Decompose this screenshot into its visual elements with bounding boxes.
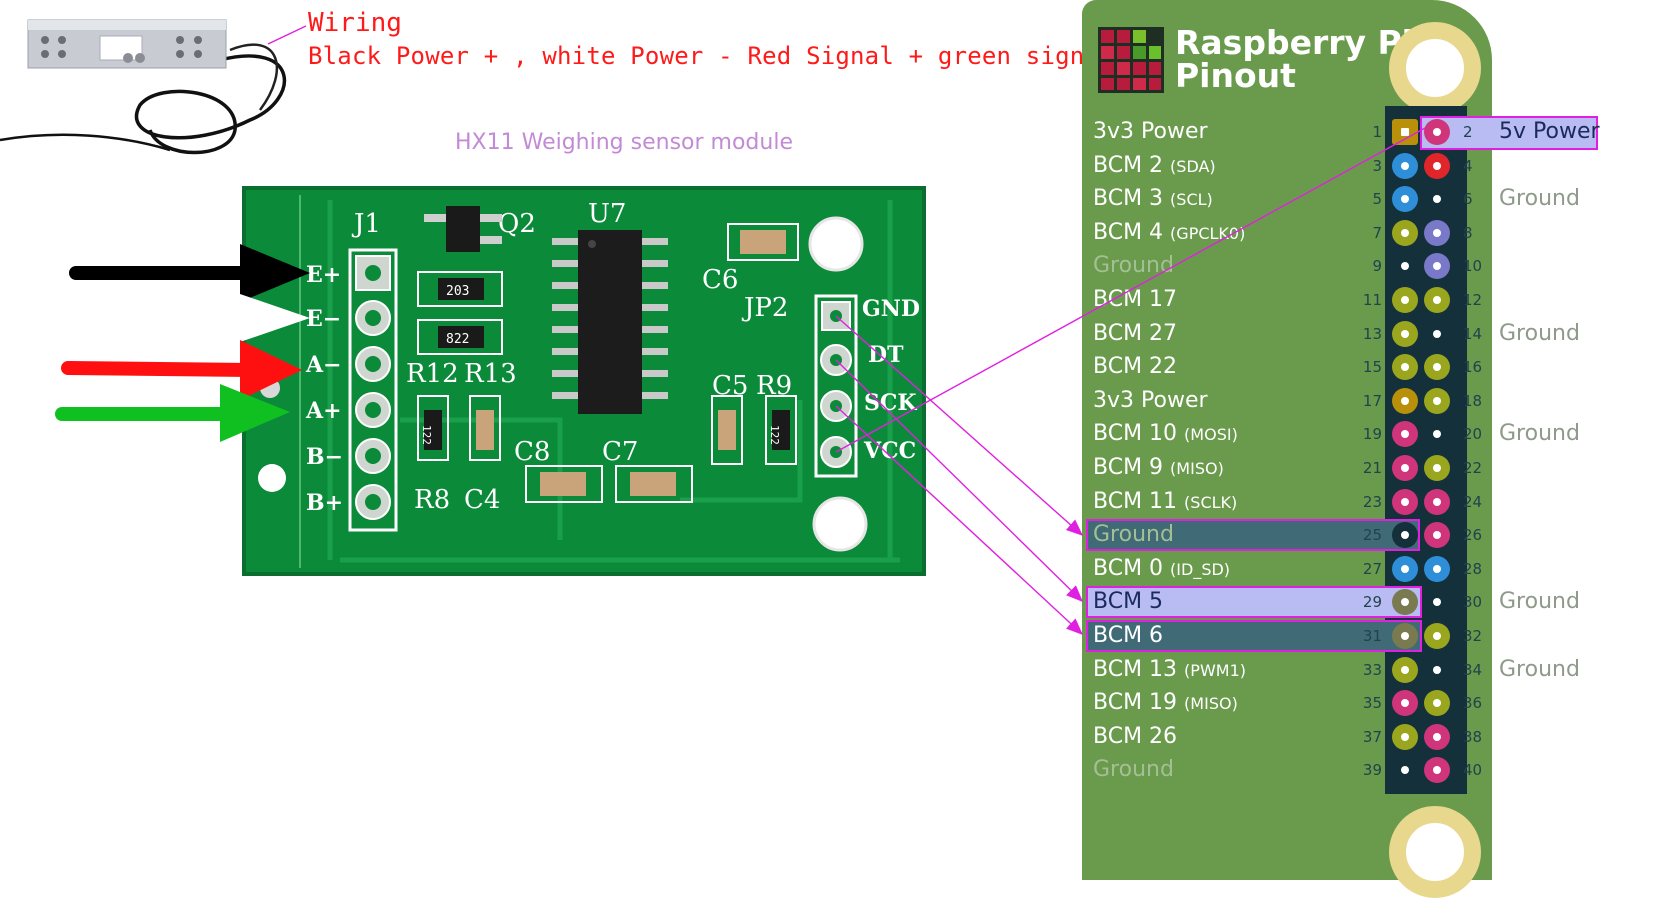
wiring-pointer-line [267,25,307,45]
connection-sck-to-pin-31 [835,405,1084,635]
connection-gnd-to-pin-25 [835,315,1084,536]
connection-vcc-to-pin-2 [835,127,1426,453]
connection-overlay [267,25,1426,635]
connection-dt-to-pin-29 [835,359,1084,602]
